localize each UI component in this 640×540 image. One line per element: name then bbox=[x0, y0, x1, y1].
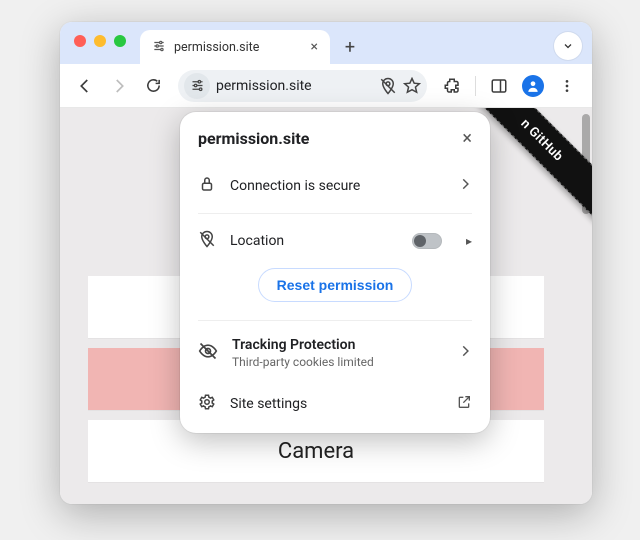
chevron-right-icon bbox=[458, 177, 472, 195]
tab-title: permission.site bbox=[174, 40, 259, 55]
location-permission-row[interactable]: Location ▸ bbox=[198, 218, 472, 264]
arrow-right-icon: ▸ bbox=[466, 234, 472, 248]
profile-button[interactable] bbox=[518, 71, 548, 101]
tracking-sub: Third-party cookies limited bbox=[232, 355, 444, 369]
extensions-button[interactable] bbox=[437, 71, 467, 101]
side-panel-button[interactable] bbox=[484, 71, 514, 101]
bookmark-star-icon[interactable] bbox=[403, 77, 421, 95]
url-text: permission.site bbox=[216, 78, 373, 94]
gear-icon bbox=[198, 393, 216, 415]
tab-strip: permission.site × + bbox=[60, 22, 592, 64]
close-window-button[interactable] bbox=[74, 35, 86, 47]
tab-overflow-button[interactable] bbox=[554, 32, 582, 60]
reload-button[interactable] bbox=[138, 71, 168, 101]
ribbon-text: n GitHub bbox=[518, 116, 566, 164]
location-label: Location bbox=[230, 233, 398, 249]
site-info-popover: permission.site × Connection is secure L… bbox=[180, 112, 490, 433]
popover-title: permission.site bbox=[198, 129, 309, 148]
minimize-window-button[interactable] bbox=[94, 35, 106, 47]
new-tab-button[interactable]: + bbox=[336, 33, 364, 61]
external-link-icon bbox=[456, 394, 472, 414]
fullscreen-window-button[interactable] bbox=[114, 35, 126, 47]
lock-icon bbox=[198, 175, 216, 197]
close-tab-icon[interactable]: × bbox=[311, 39, 318, 55]
tune-icon bbox=[152, 39, 166, 56]
toolbar-separator bbox=[475, 76, 476, 96]
close-icon[interactable]: × bbox=[462, 128, 472, 149]
site-settings-label: Site settings bbox=[230, 396, 442, 412]
location-toggle[interactable] bbox=[412, 233, 442, 249]
forward-button[interactable] bbox=[104, 71, 134, 101]
avatar-icon bbox=[522, 75, 544, 97]
tracking-label: Tracking Protection bbox=[232, 337, 444, 353]
chevron-right-icon bbox=[458, 344, 472, 362]
toolbar: permission.site bbox=[60, 64, 592, 108]
connection-label: Connection is secure bbox=[230, 178, 444, 194]
address-bar[interactable]: permission.site bbox=[178, 70, 427, 102]
location-off-icon bbox=[198, 230, 216, 252]
card-label: Camera bbox=[278, 439, 354, 464]
menu-button[interactable] bbox=[552, 71, 582, 101]
tracking-protection-row[interactable]: Tracking Protection Third-party cookies … bbox=[198, 325, 472, 381]
window-controls bbox=[74, 35, 126, 47]
back-button[interactable] bbox=[70, 71, 100, 101]
eye-off-icon bbox=[198, 341, 218, 365]
site-info-button[interactable] bbox=[184, 73, 210, 99]
browser-tab[interactable]: permission.site × bbox=[140, 30, 330, 64]
location-blocked-icon[interactable] bbox=[379, 77, 397, 95]
site-settings-row[interactable]: Site settings bbox=[198, 381, 472, 427]
connection-row[interactable]: Connection is secure bbox=[198, 163, 472, 209]
reset-permission-button[interactable]: Reset permission bbox=[258, 268, 413, 302]
